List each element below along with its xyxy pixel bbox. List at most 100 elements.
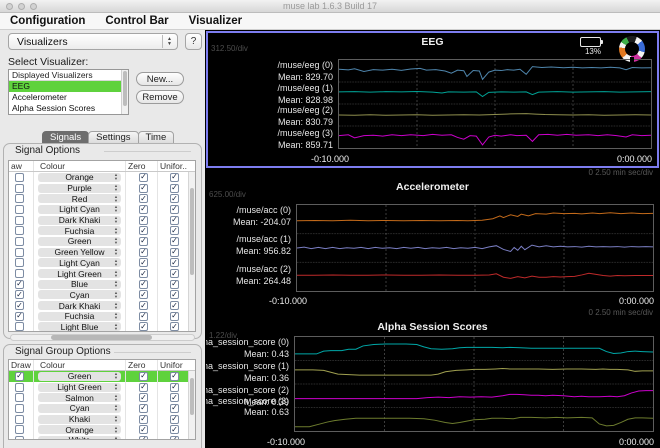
uniform-checkbox[interactable]: ✓ xyxy=(170,269,179,279)
colour-select[interactable]: White▲▼ xyxy=(38,435,121,439)
colour-select[interactable]: Green Yellow ▲ ▼ xyxy=(38,247,121,257)
table-row[interactable]: Light Green ▲ ▼ ✓ ✓ xyxy=(9,268,195,279)
colour-select[interactable]: Dark Khaki ▲ ▼ xyxy=(38,215,121,225)
colour-select[interactable]: Orange ▲ ▼ xyxy=(38,425,121,435)
table-row[interactable]: Dark Khaki ▲ ▼ ✓ ✓ xyxy=(9,214,195,226)
draw-checkbox[interactable] xyxy=(15,435,24,439)
colour-select[interactable]: Red ▲ ▼ xyxy=(38,194,121,204)
zero-checkbox[interactable]: ✓ xyxy=(139,290,148,300)
scroll-thumb[interactable] xyxy=(123,71,127,107)
horizontal-scrollbar[interactable] xyxy=(10,334,195,341)
uniform-checkbox[interactable]: ✓ xyxy=(170,279,179,289)
menu-item-control-bar[interactable]: Control Bar xyxy=(105,15,168,27)
table-row[interactable]: Salmon ▲ ▼ ✓ ✓ xyxy=(9,392,195,404)
table-row[interactable]: Green ▲ ▼ ✓ ✓ xyxy=(9,236,195,247)
uniform-checkbox[interactable]: ✓ xyxy=(170,247,179,257)
table-row[interactable]: Light Blue ▲ ▼ ✓ ✓ xyxy=(9,321,195,331)
zero-checkbox[interactable]: ✓ xyxy=(139,279,148,289)
uniform-checkbox[interactable]: ✓ xyxy=(170,301,179,311)
draw-checkbox[interactable] xyxy=(15,414,24,424)
chart-panel-alpha-session-scores[interactable]: Alpha Session Scores1.22/div/alpha_sessi… xyxy=(206,318,659,448)
draw-checkbox[interactable] xyxy=(15,204,24,214)
colour-select[interactable]: Fuchsia ▲ ▼ xyxy=(38,311,121,321)
table-row[interactable]: Light Cyan ▲ ▼ ✓ ✓ xyxy=(9,257,195,269)
uniform-checkbox[interactable]: ✓ xyxy=(170,290,179,300)
colour-select[interactable]: Orange ▲ ▼ xyxy=(38,172,121,182)
draw-checkbox[interactable] xyxy=(15,403,24,413)
uniform-checkbox[interactable]: ✓ xyxy=(170,382,179,392)
chart-panel-eeg[interactable]: EEG 312.50/div 13%/muse/eeg (0) Mean: 829.7… xyxy=(206,31,659,168)
colour-select[interactable]: Khaki ▲ ▼ xyxy=(38,414,121,424)
colour-select[interactable]: Cyan ▲ ▼ xyxy=(38,403,121,413)
draw-checkbox[interactable]: ✓ xyxy=(15,311,24,321)
zero-checkbox[interactable]: ✓ xyxy=(139,414,148,424)
draw-checkbox[interactable] xyxy=(15,194,24,204)
zero-checkbox[interactable]: ✓ xyxy=(139,247,148,257)
zero-checkbox[interactable]: ✓ xyxy=(139,311,148,321)
close-button[interactable] xyxy=(6,3,13,10)
vertical-scrollbar[interactable] xyxy=(121,70,128,114)
colour-select[interactable]: Green ▲ ▼ xyxy=(38,371,121,381)
colour-select[interactable]: Salmon ▲ ▼ xyxy=(38,393,121,403)
uniform-checkbox[interactable]: ✓ xyxy=(170,172,179,182)
menu-item-visualizer[interactable]: Visualizer xyxy=(189,15,243,27)
colour-select[interactable]: Dark Khaki ▲ ▼ xyxy=(38,301,121,311)
draw-checkbox[interactable] xyxy=(15,269,24,279)
draw-checkbox[interactable] xyxy=(15,393,24,403)
table-row[interactable]: Green Yellow ▲ ▼ ✓ ✓ xyxy=(9,246,195,258)
colour-select[interactable]: Cyan ▲ ▼ xyxy=(38,290,121,300)
zero-checkbox[interactable]: ✓ xyxy=(139,258,148,268)
visualizers-dropdown[interactable]: Visualizers ▲ ▼ xyxy=(8,33,178,50)
zero-checkbox[interactable]: ✓ xyxy=(139,382,148,392)
uniform-checkbox[interactable]: ✓ xyxy=(170,258,179,268)
scroll-thumb[interactable] xyxy=(190,377,194,416)
table-row[interactable]: Khaki ▲ ▼ ✓ ✓ xyxy=(9,413,195,425)
new-button[interactable]: New... xyxy=(136,72,184,86)
draw-checkbox[interactable] xyxy=(15,258,24,268)
colour-select[interactable]: Light Blue ▲ ▼ xyxy=(38,322,121,331)
table-row[interactable]: Red ▲ ▼ ✓ ✓ xyxy=(9,193,195,205)
uniform-checkbox[interactable]: ✓ xyxy=(170,425,179,435)
visualizer-list-item[interactable]: Alpha Session Scores xyxy=(9,103,128,114)
draw-checkbox[interactable] xyxy=(15,247,24,257)
help-button[interactable]: ? xyxy=(185,33,202,50)
zero-checkbox[interactable]: ✓ xyxy=(139,194,148,204)
colour-select[interactable]: Light Green ▲ ▼ xyxy=(38,382,121,392)
stepper-icon[interactable]: ▲ ▼ xyxy=(162,35,176,48)
draw-checkbox[interactable] xyxy=(15,215,24,225)
draw-checkbox[interactable] xyxy=(15,382,24,392)
zero-checkbox[interactable]: ✓ xyxy=(139,269,148,279)
zero-checkbox[interactable]: ✓ xyxy=(139,215,148,225)
table-row[interactable]: Purple ▲ ▼ ✓ ✓ xyxy=(9,182,195,194)
uniform-checkbox[interactable]: ✓ xyxy=(170,183,179,193)
draw-checkbox[interactable] xyxy=(15,226,24,236)
zero-checkbox[interactable]: ✓ xyxy=(139,172,148,182)
minimize-button[interactable] xyxy=(18,3,25,10)
uniform-checkbox[interactable]: ✓ xyxy=(170,236,179,246)
plot-region[interactable] xyxy=(296,204,654,292)
draw-checkbox[interactable] xyxy=(15,425,24,435)
zero-checkbox[interactable]: ✓ xyxy=(139,183,148,193)
colour-select[interactable]: Light Cyan ▲ ▼ xyxy=(38,204,121,214)
visualizer-list-item[interactable]: EEG xyxy=(9,81,128,92)
uniform-checkbox[interactable]: ✓ xyxy=(170,435,179,439)
uniform-checkbox[interactable]: ✓ xyxy=(170,226,179,236)
uniform-checkbox[interactable]: ✓ xyxy=(170,414,179,424)
table-row[interactable]: ✓ Fuchsia ▲ ▼ ✓ ✓ xyxy=(9,310,195,322)
table-row[interactable]: Light Cyan ▲ ▼ ✓ ✓ xyxy=(9,204,195,215)
uniform-checkbox[interactable]: ✓ xyxy=(170,215,179,225)
draw-checkbox[interactable] xyxy=(15,322,24,331)
table-row[interactable]: ✓ Blue ▲ ▼ ✓ ✓ xyxy=(9,278,195,290)
draw-checkbox[interactable] xyxy=(15,183,24,193)
draw-checkbox[interactable] xyxy=(15,236,24,246)
uniform-checkbox[interactable]: ✓ xyxy=(170,371,179,381)
table-row[interactable]: Cyan ▲ ▼ ✓ ✓ xyxy=(9,403,195,414)
zero-checkbox[interactable]: ✓ xyxy=(139,435,148,439)
draw-checkbox[interactable]: ✓ xyxy=(15,279,24,289)
colour-select[interactable]: Blue ▲ ▼ xyxy=(38,279,121,289)
remove-button[interactable]: Remove xyxy=(136,90,184,104)
zero-checkbox[interactable]: ✓ xyxy=(139,425,148,435)
draw-checkbox[interactable]: ✓ xyxy=(15,290,24,300)
uniform-checkbox[interactable]: ✓ xyxy=(170,322,179,331)
uniform-checkbox[interactable]: ✓ xyxy=(170,204,179,214)
